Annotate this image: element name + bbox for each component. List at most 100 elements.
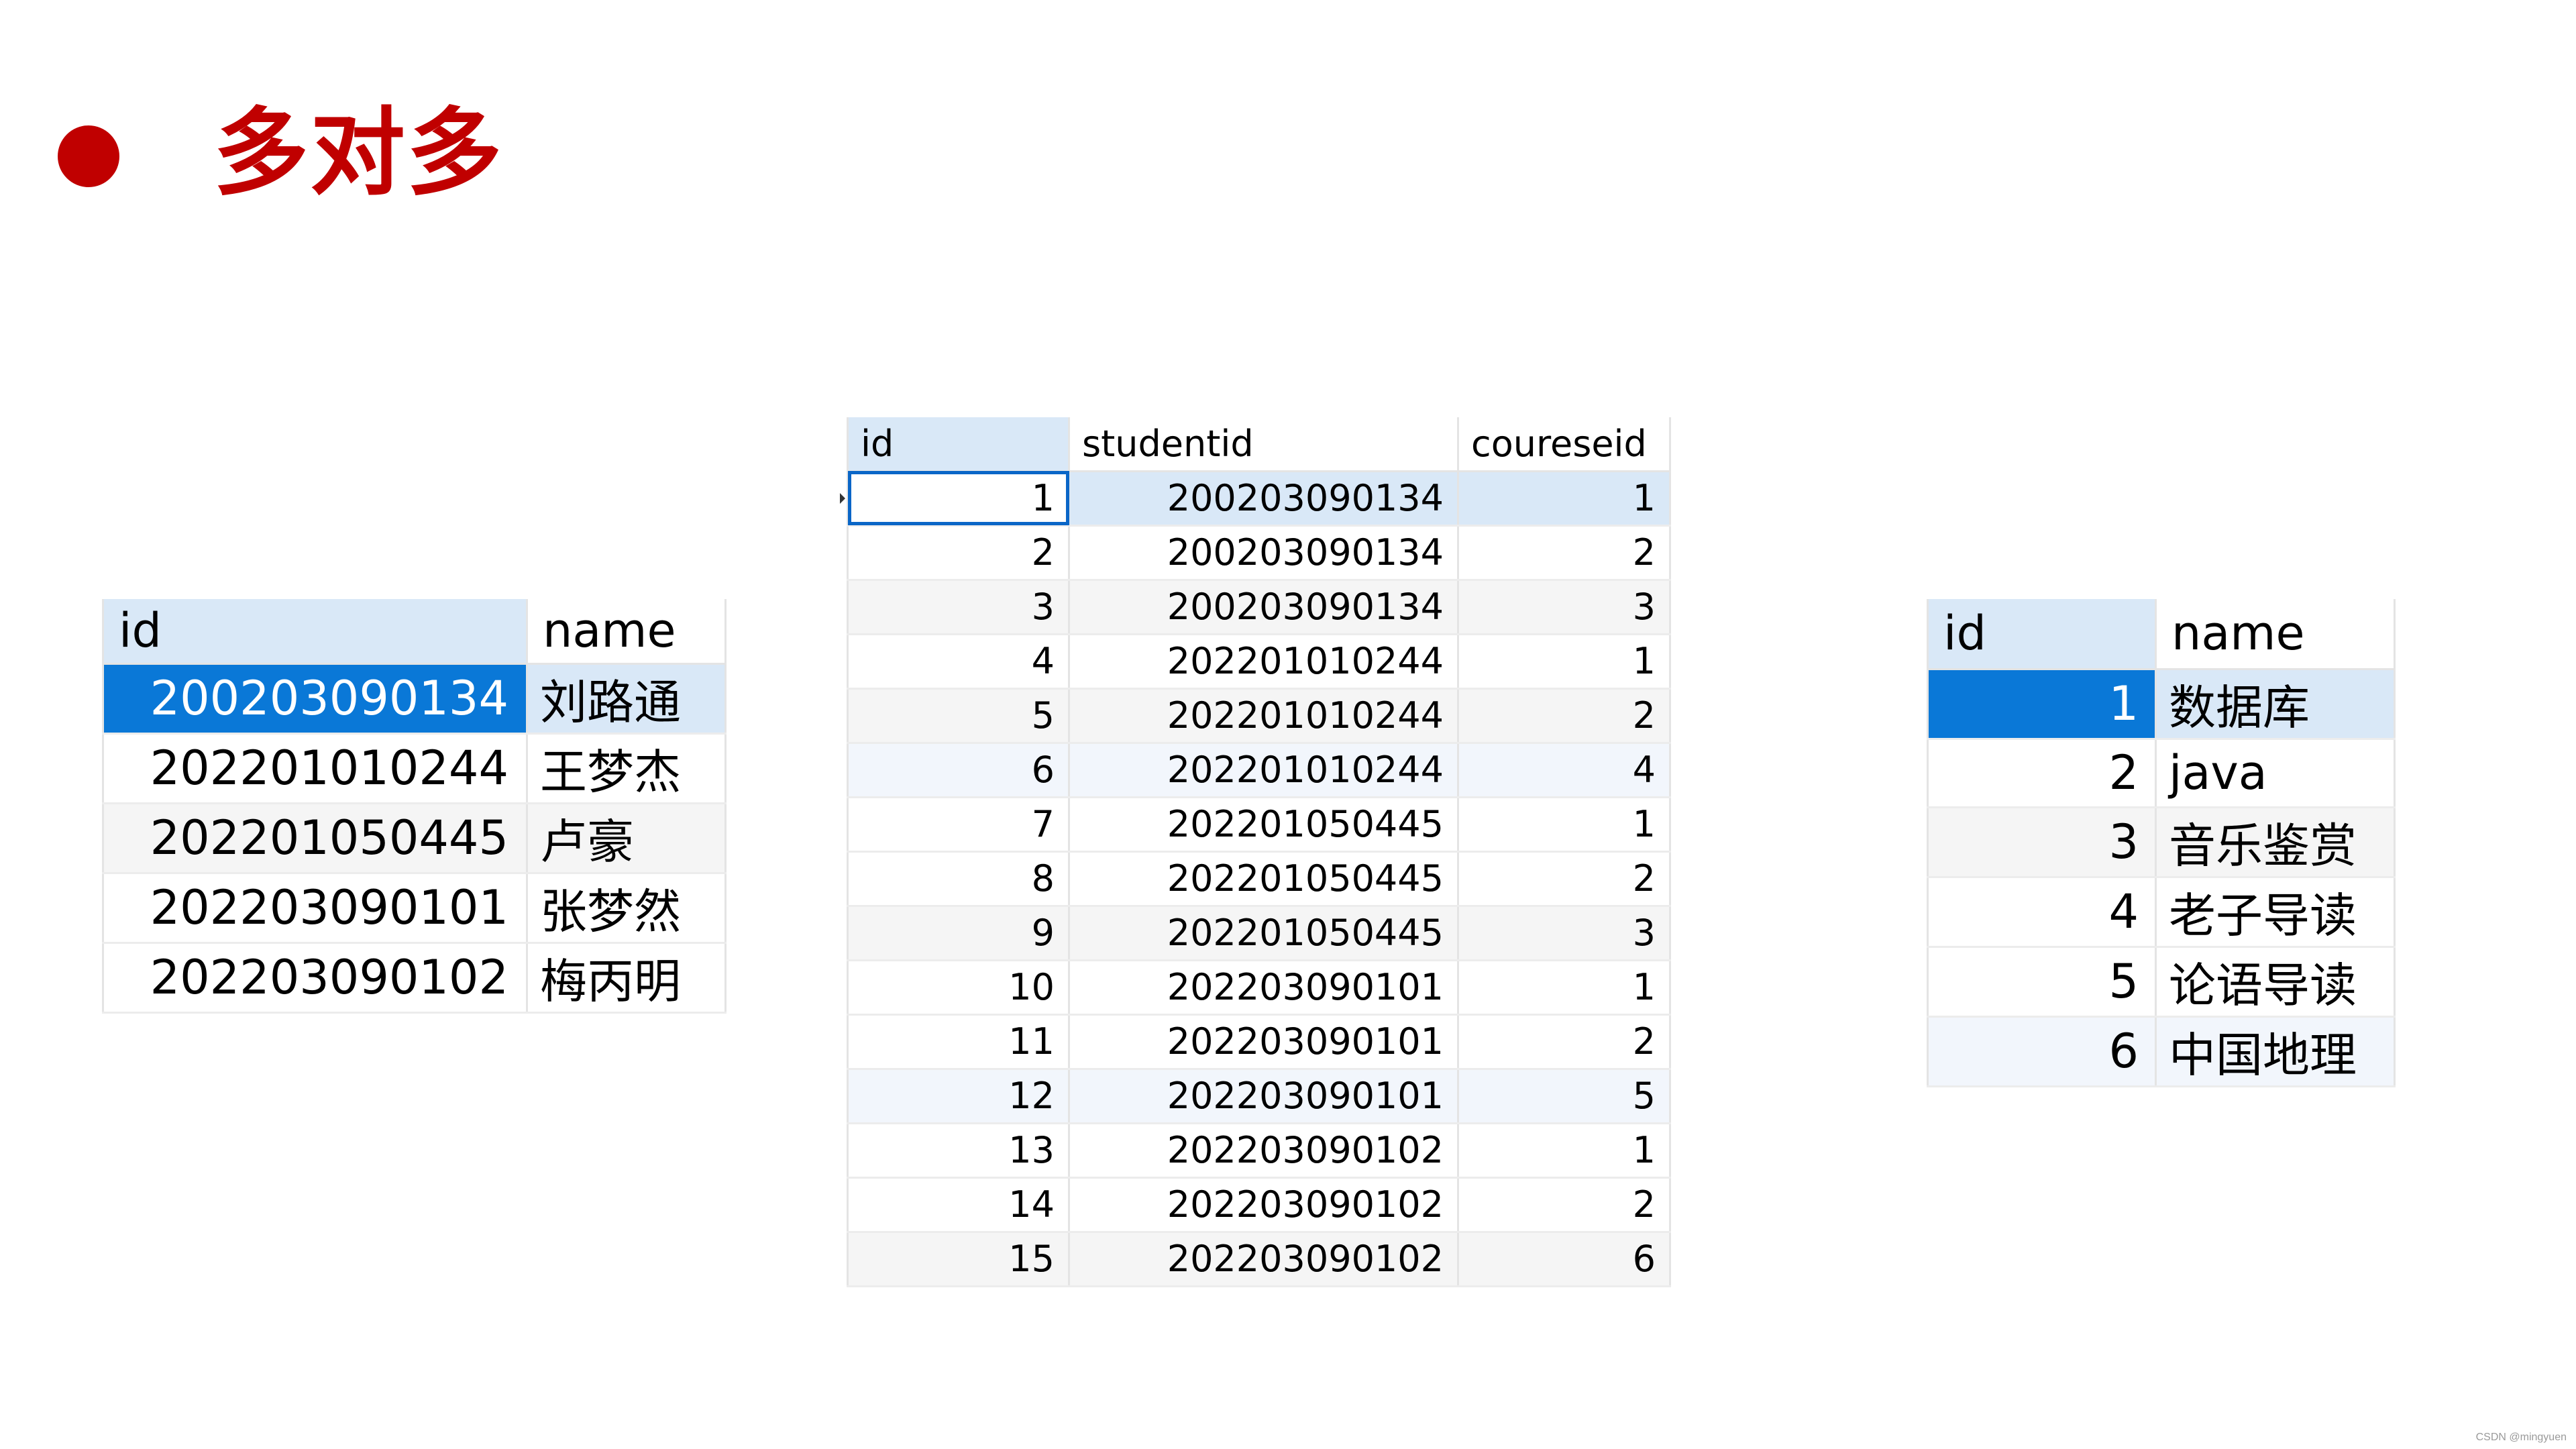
course-id-cell[interactable]: 2 (1927, 739, 2157, 808)
link-coureseid-cell[interactable]: 2 (1458, 525, 1671, 581)
table-row[interactable]: 3 音乐鉴赏 (1927, 807, 2396, 878)
link-id-cell[interactable]: 7 (847, 797, 1070, 853)
course-name-cell[interactable]: 论语导读 (2155, 947, 2396, 1018)
course-id-cell[interactable]: 1 (1927, 669, 2157, 740)
course-id-cell[interactable]: 4 (1927, 877, 2157, 948)
table-row[interactable]: 200203090134 刘路通 (103, 663, 727, 735)
student-id-cell[interactable]: 200203090134 (103, 663, 528, 735)
table-row[interactable]: 202203090101 张梦然 (103, 873, 727, 944)
link-id-cell[interactable]: 11 (847, 1014, 1070, 1070)
link-id-cell[interactable]: 2 (847, 525, 1070, 581)
student-id-cell[interactable]: 202203090102 (103, 943, 528, 1014)
link-coureseid-cell[interactable]: 2 (1458, 1014, 1671, 1070)
table-row[interactable]: 7 202201050445 1 (847, 797, 1671, 853)
table-row[interactable]: 11 202203090101 2 (847, 1014, 1671, 1070)
link-id-cell[interactable]: 5 (847, 688, 1070, 744)
link-id-cell[interactable]: 14 (847, 1177, 1070, 1233)
link-studentid-cell[interactable]: 202201010244 (1069, 688, 1459, 744)
link-coureseid-cell[interactable]: 5 (1458, 1069, 1671, 1124)
link-coureseid-cell[interactable]: 6 (1458, 1232, 1671, 1287)
table-row[interactable]: 2 200203090134 2 (847, 525, 1671, 581)
link-studentid-cell[interactable]: 202203090102 (1069, 1232, 1459, 1287)
course-name-cell[interactable]: 中国地理 (2155, 1016, 2396, 1087)
link-studentid-cell[interactable]: 202203090101 (1069, 960, 1459, 1016)
course-name-cell[interactable]: 老子导读 (2155, 877, 2396, 948)
table-row[interactable]: 202201050445 卢豪 (103, 803, 727, 874)
student-name-cell[interactable]: 刘路通 (527, 663, 727, 735)
courses-col-name[interactable]: name (2155, 599, 2396, 670)
link-id-cell[interactable]: 10 (847, 960, 1070, 1016)
link-studentid-cell[interactable]: 202203090102 (1069, 1177, 1459, 1233)
table-row[interactable]: 4 202201010244 1 (847, 634, 1671, 690)
link-id-cell[interactable]: 13 (847, 1123, 1070, 1179)
link-id-cell[interactable]: 6 (847, 743, 1070, 798)
table-row[interactable]: 15 202203090102 6 (847, 1232, 1671, 1287)
link-coureseid-cell[interactable]: 1 (1458, 471, 1671, 527)
table-row[interactable]: 9 202201050445 3 (847, 906, 1671, 961)
link-id-cell[interactable]: 15 (847, 1232, 1070, 1287)
student-name-cell[interactable]: 王梦杰 (527, 733, 727, 804)
table-row[interactable]: 13 202203090102 1 (847, 1123, 1671, 1179)
table-row[interactable]: 10 202203090101 1 (847, 960, 1671, 1016)
table-row[interactable]: 8 202201050445 2 (847, 851, 1671, 907)
table-row[interactable]: 5 202201010244 2 (847, 688, 1671, 744)
table-row[interactable]: 12 202203090101 5 (847, 1069, 1671, 1124)
link-id-cell[interactable]: 8 (847, 851, 1070, 907)
link-id-cell[interactable]: 4 (847, 634, 1070, 690)
link-studentid-cell[interactable]: 200203090134 (1069, 580, 1459, 635)
student-name-cell[interactable]: 卢豪 (527, 803, 727, 874)
link-studentid-cell[interactable]: 200203090134 (1069, 525, 1459, 581)
link-studentid-cell[interactable]: 202201050445 (1069, 906, 1459, 961)
link-coureseid-cell[interactable]: 3 (1458, 906, 1671, 961)
course-name-cell[interactable]: java (2155, 739, 2396, 808)
table-row[interactable]: 202201010244 王梦杰 (103, 733, 727, 804)
link-studentid-cell[interactable]: 200203090134 (1069, 471, 1459, 527)
table-row[interactable]: 6 中国地理 (1927, 1016, 2396, 1087)
student-id-cell[interactable]: 202201010244 (103, 733, 528, 804)
link-coureseid-cell[interactable]: 2 (1458, 688, 1671, 744)
courses-col-id[interactable]: id (1927, 599, 2157, 670)
student-id-cell[interactable]: 202201050445 (103, 803, 528, 874)
link-col-studentid[interactable]: studentid (1069, 417, 1459, 472)
link-col-id[interactable]: id (847, 417, 1070, 472)
link-id-cell[interactable]: 1 (847, 471, 1070, 527)
link-studentid-cell[interactable]: 202201010244 (1069, 634, 1459, 690)
course-id-cell[interactable]: 6 (1927, 1016, 2157, 1087)
table-row[interactable]: 202203090102 梅丙明 (103, 943, 727, 1014)
student-name-cell[interactable]: 张梦然 (527, 873, 727, 944)
link-col-coureseid[interactable]: coureseid (1458, 417, 1671, 472)
link-coureseid-cell[interactable]: 2 (1458, 851, 1671, 907)
link-coureseid-cell[interactable]: 3 (1458, 580, 1671, 635)
link-studentid-cell[interactable]: 202201050445 (1069, 797, 1459, 853)
link-coureseid-cell[interactable]: 4 (1458, 743, 1671, 798)
table-row[interactable]: 4 老子导读 (1927, 877, 2396, 948)
course-id-cell[interactable]: 3 (1927, 807, 2157, 878)
student-name-cell[interactable]: 梅丙明 (527, 943, 727, 1014)
table-row[interactable]: 3 200203090134 3 (847, 580, 1671, 635)
course-id-cell[interactable]: 5 (1927, 947, 2157, 1018)
link-coureseid-cell[interactable]: 1 (1458, 634, 1671, 690)
student-id-cell[interactable]: 202203090101 (103, 873, 528, 944)
link-coureseid-cell[interactable]: 1 (1458, 960, 1671, 1016)
link-coureseid-cell[interactable]: 1 (1458, 797, 1671, 853)
table-row[interactable]: 5 论语导读 (1927, 947, 2396, 1018)
students-col-id[interactable]: id (103, 599, 528, 665)
link-studentid-cell[interactable]: 202203090101 (1069, 1014, 1459, 1070)
table-row[interactable]: 6 202201010244 4 (847, 743, 1671, 798)
link-studentid-cell[interactable]: 202203090101 (1069, 1069, 1459, 1124)
link-studentid-cell[interactable]: 202201050445 (1069, 851, 1459, 907)
link-studentid-cell[interactable]: 202203090102 (1069, 1123, 1459, 1179)
link-id-cell[interactable]: 3 (847, 580, 1070, 635)
link-id-cell[interactable]: 12 (847, 1069, 1070, 1124)
table-row[interactable]: 1 数据库 (1927, 669, 2396, 740)
table-row[interactable]: 2 java (1927, 739, 2396, 808)
link-studentid-cell[interactable]: 202201010244 (1069, 743, 1459, 798)
link-id-cell[interactable]: 9 (847, 906, 1070, 961)
students-col-name[interactable]: name (527, 599, 727, 665)
link-coureseid-cell[interactable]: 1 (1458, 1123, 1671, 1179)
link-coureseid-cell[interactable]: 2 (1458, 1177, 1671, 1233)
table-row[interactable]: 14 202203090102 2 (847, 1177, 1671, 1233)
table-row[interactable]: 1 200203090134 1 (847, 471, 1671, 527)
course-name-cell[interactable]: 数据库 (2155, 669, 2396, 740)
course-name-cell[interactable]: 音乐鉴赏 (2155, 807, 2396, 878)
